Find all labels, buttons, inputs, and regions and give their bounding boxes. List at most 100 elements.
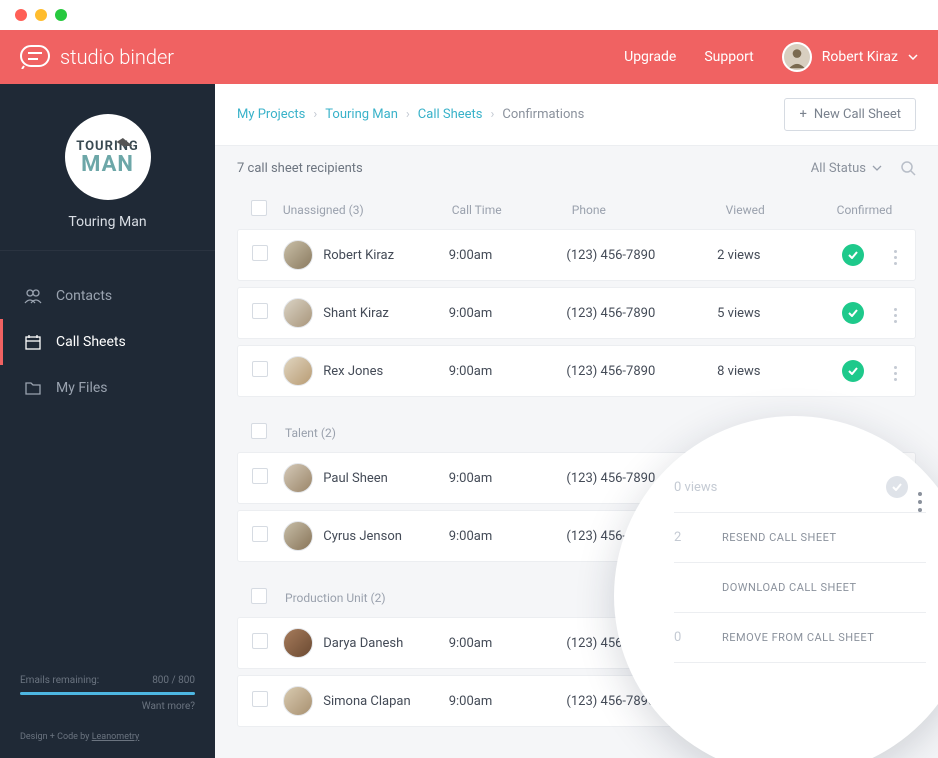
breadcrumb-callsheets[interactable]: Call Sheets <box>418 107 483 122</box>
col-viewed: Viewed <box>726 203 827 217</box>
subbar: 7 call sheet recipients All Status <box>215 146 938 190</box>
sidebar-item-label: Contacts <box>56 288 112 304</box>
confirmed-badge <box>842 302 864 324</box>
select-all-checkbox[interactable] <box>251 423 267 439</box>
menu-item-download[interactable]: DOWNLOAD CALL SHEET <box>714 563 865 612</box>
brand-icon <box>20 45 50 69</box>
avatar <box>283 686 313 716</box>
row-menu-button[interactable] <box>890 246 901 269</box>
breadcrumb: My Projects › Touring Man › Call Sheets … <box>237 107 584 122</box>
menu-item-remove[interactable]: REMOVE FROM CALL SHEET <box>714 613 882 662</box>
confirmed-badge <box>886 476 908 498</box>
brand-text: studio binder <box>60 45 174 69</box>
call-time: 9:00am <box>449 248 567 263</box>
chevron-right-icon: › <box>406 107 410 122</box>
sidebar-item-my-files[interactable]: My Files <box>0 365 215 411</box>
avatar <box>283 240 313 270</box>
recipient-name: Paul Sheen <box>323 471 388 486</box>
quota-bar <box>20 692 195 695</box>
window-chrome <box>0 0 938 30</box>
avatar <box>283 463 313 493</box>
support-link[interactable]: Support <box>704 49 753 65</box>
close-window-icon[interactable] <box>15 9 27 21</box>
sidebar-item-label: Call Sheets <box>56 334 126 350</box>
call-sheets-icon <box>24 333 42 351</box>
chevron-right-icon: › <box>491 107 495 122</box>
files-icon <box>24 379 42 397</box>
recipient-name: Shant Kiraz <box>323 306 389 321</box>
recipient-name: Darya Danesh <box>323 636 403 651</box>
col-confirmed: Confirmed <box>827 203 902 217</box>
project-name: Touring Man <box>0 214 215 230</box>
sidebar-nav: Contacts Call Sheets My Files <box>0 251 215 411</box>
row-checkbox[interactable] <box>252 361 268 377</box>
toolbar: My Projects › Touring Man › Call Sheets … <box>215 84 938 146</box>
row-checkbox[interactable] <box>252 526 268 542</box>
chevron-right-icon: › <box>313 107 317 122</box>
col-calltime: Call Time <box>452 203 572 217</box>
popover-views: 0 views <box>674 480 717 495</box>
row-menu-button[interactable] <box>890 304 901 327</box>
row-menu-button[interactable] <box>890 362 901 385</box>
select-all-checkbox[interactable] <box>251 200 267 216</box>
row-checkbox[interactable] <box>252 691 268 707</box>
recipient-name: Simona Clapan <box>323 694 410 709</box>
avatar <box>283 521 313 551</box>
recipient-count: 7 call sheet recipients <box>237 161 363 176</box>
col-group-label: Unassigned (3) <box>283 203 452 217</box>
status-filter[interactable]: All Status <box>811 161 882 176</box>
sidebar: TOURING MAN Touring Man Contacts Call Sh… <box>0 84 215 758</box>
upgrade-link[interactable]: Upgrade <box>624 49 676 65</box>
row-checkbox[interactable] <box>252 245 268 261</box>
recipient-name: Cyrus Jenson <box>323 529 402 544</box>
new-call-sheet-button[interactable]: + New Call Sheet <box>784 98 916 131</box>
chevron-down-icon <box>872 165 882 171</box>
breadcrumb-project[interactable]: Touring Man <box>325 107 398 122</box>
maximize-window-icon[interactable] <box>55 9 67 21</box>
credit-link[interactable]: Leanometry <box>92 732 140 742</box>
sidebar-footer: Emails remaining: 800 / 800 Want more? D… <box>0 661 215 758</box>
search-icon[interactable] <box>900 160 916 176</box>
quota-value: 800 / 800 <box>152 675 195 686</box>
minimize-window-icon[interactable] <box>35 9 47 21</box>
col-phone: Phone <box>572 203 726 217</box>
project-block: TOURING MAN Touring Man <box>0 84 215 251</box>
select-all-checkbox[interactable] <box>251 588 267 604</box>
more-icon[interactable] <box>918 492 922 512</box>
brand: studio binder <box>20 45 174 69</box>
breadcrumb-projects[interactable]: My Projects <box>237 107 305 122</box>
confirmed-badge <box>842 244 864 266</box>
project-logo: TOURING MAN <box>65 114 151 200</box>
popover-menu: 2 RESEND CALL SHEET DOWNLOAD CALL SHEET … <box>674 512 926 663</box>
contacts-icon <box>24 287 42 305</box>
group-header-unassigned: Unassigned (3) Call Time Phone Viewed Co… <box>237 190 916 229</box>
breadcrumb-current: Confirmations <box>502 107 584 122</box>
recipient-name: Rex Jones <box>323 364 383 379</box>
row-checkbox[interactable] <box>252 303 268 319</box>
row-checkbox[interactable] <box>252 633 268 649</box>
confirmed-badge <box>842 360 864 382</box>
chevron-down-icon <box>908 54 918 60</box>
sidebar-item-call-sheets[interactable]: Call Sheets <box>0 319 215 365</box>
sidebar-item-contacts[interactable]: Contacts <box>0 273 215 319</box>
plus-icon: + <box>799 107 806 122</box>
sidebar-item-label: My Files <box>56 380 108 396</box>
avatar <box>782 42 812 72</box>
avatar <box>283 628 313 658</box>
main: My Projects › Touring Man › Call Sheets … <box>215 84 938 758</box>
table-row[interactable]: Robert Kiraz 9:00am (123) 456-7890 2 vie… <box>237 229 916 281</box>
user-menu[interactable]: Robert Kiraz <box>782 42 918 72</box>
quota-label: Emails remaining: <box>20 675 99 686</box>
menu-item-resend[interactable]: RESEND CALL SHEET <box>714 513 845 562</box>
table-row[interactable]: Shant Kiraz 9:00am (123) 456-7890 5 view… <box>237 287 916 339</box>
row-checkbox[interactable] <box>252 468 268 484</box>
phone: (123) 456-7890 <box>566 248 717 263</box>
want-more-link[interactable]: Want more? <box>20 701 195 712</box>
credit: Design + Code by Leanometry <box>20 732 195 742</box>
avatar <box>283 356 313 386</box>
user-name: Robert Kiraz <box>822 49 898 65</box>
table-row[interactable]: Rex Jones 9:00am (123) 456-7890 8 views <box>237 345 916 397</box>
recipient-name: Robert Kiraz <box>323 248 394 263</box>
views: 2 views <box>717 248 816 263</box>
avatar <box>283 298 313 328</box>
